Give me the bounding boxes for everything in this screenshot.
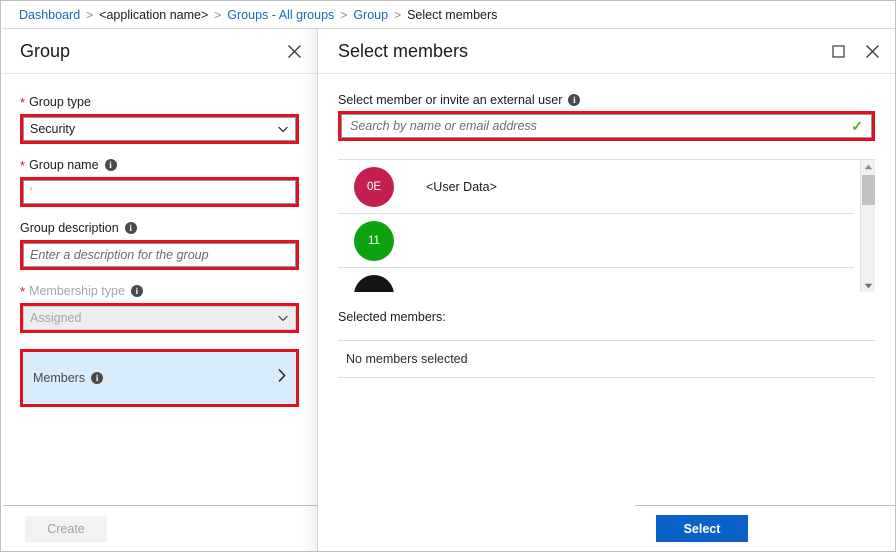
select-members-body: Select member or invite an external user… bbox=[318, 74, 895, 378]
field-group-name-label: * Group name i bbox=[20, 157, 299, 173]
annotation-box-search: ✓ bbox=[338, 111, 875, 141]
search-input-wrap[interactable]: ✓ bbox=[341, 114, 872, 138]
membership-type-select: Assigned bbox=[23, 306, 296, 330]
scrollbar[interactable] bbox=[860, 160, 875, 292]
group-type-value: Security bbox=[30, 122, 76, 136]
page-title: Select members bbox=[338, 40, 469, 61]
breadcrumb-item-application-name[interactable]: <application name> bbox=[99, 8, 208, 22]
field-group-type-label: * Group type bbox=[20, 94, 299, 110]
selected-members-empty-state: No members selected bbox=[338, 340, 875, 378]
annotation-box-group-type: Security bbox=[20, 114, 299, 144]
label-text: Members bbox=[33, 371, 86, 385]
membership-type-value: Assigned bbox=[30, 311, 82, 325]
breadcrumb-separator: > bbox=[214, 7, 222, 22]
required-asterisk: * bbox=[20, 94, 26, 110]
scroll-down-arrow-icon[interactable] bbox=[861, 279, 875, 292]
close-icon[interactable] bbox=[285, 42, 303, 60]
list-item[interactable]: 0E <User Data> bbox=[338, 160, 854, 214]
annotation-box-group-description bbox=[20, 240, 299, 270]
group-blade-header-actions bbox=[285, 29, 303, 73]
list-item[interactable] bbox=[338, 268, 854, 292]
required-asterisk: * bbox=[20, 283, 26, 299]
breadcrumb: Dashboard > <application name> > Groups … bbox=[1, 1, 895, 28]
maximize-icon[interactable] bbox=[829, 42, 847, 60]
azure-portal-window: Dashboard > <application name> > Groups … bbox=[0, 0, 896, 552]
breadcrumb-item-dashboard[interactable]: Dashboard bbox=[19, 8, 80, 22]
field-members: Members i bbox=[20, 349, 299, 407]
group-blade-header: Group bbox=[2, 29, 317, 74]
chevron-right-icon bbox=[278, 369, 286, 388]
field-group-type: * Group type Security bbox=[20, 94, 299, 144]
breadcrumb-separator: > bbox=[86, 7, 94, 22]
group-type-select[interactable]: Security bbox=[23, 117, 296, 141]
chevron-down-icon bbox=[278, 124, 288, 134]
user-list[interactable]: 0E <User Data> 11 bbox=[338, 159, 875, 292]
annotation-box-membership-type: Assigned bbox=[20, 303, 299, 333]
info-icon[interactable]: i bbox=[104, 159, 117, 171]
members-label: Members i bbox=[33, 371, 104, 385]
annotation-box-members: Members i bbox=[20, 349, 299, 407]
page-title: Group bbox=[20, 40, 71, 61]
create-button[interactable]: Create bbox=[25, 515, 107, 542]
annotation-box-group-name: ' bbox=[20, 177, 299, 207]
user-list-rows: 0E <User Data> 11 bbox=[338, 160, 854, 292]
group-description-input-wrap[interactable] bbox=[23, 243, 296, 267]
breadcrumb-item-group[interactable]: Group bbox=[353, 8, 388, 22]
info-icon[interactable]: i bbox=[568, 94, 581, 106]
group-blade: Group * Group type Security * Group name… bbox=[2, 28, 318, 551]
group-name-input-wrap[interactable]: ' bbox=[23, 180, 296, 204]
breadcrumb-separator: > bbox=[394, 7, 402, 22]
checkmark-icon: ✓ bbox=[851, 118, 863, 134]
field-group-description-label: Group description i bbox=[20, 220, 299, 236]
info-icon[interactable]: i bbox=[124, 222, 137, 234]
list-item-label: <User Data> bbox=[426, 179, 497, 194]
select-members-header-actions bbox=[829, 29, 881, 73]
selected-members-label: Selected members: bbox=[338, 310, 446, 324]
search-input[interactable] bbox=[350, 115, 846, 137]
label-text: Group name bbox=[29, 158, 99, 172]
avatar: 11 bbox=[354, 220, 394, 261]
select-members-blade-header: Select members bbox=[318, 29, 895, 74]
breadcrumb-separator: > bbox=[340, 7, 348, 22]
scroll-up-arrow-icon[interactable] bbox=[861, 160, 875, 174]
field-membership-type-label: * Membership type i bbox=[20, 283, 299, 299]
avatar bbox=[354, 274, 394, 292]
text-cursor: ' bbox=[30, 185, 33, 199]
field-membership-type: * Membership type i Assigned bbox=[20, 283, 299, 333]
field-group-description: Group description i bbox=[20, 220, 299, 270]
select-members-blade-footer: Select bbox=[635, 505, 895, 551]
list-item[interactable]: 11 bbox=[338, 214, 854, 268]
info-icon[interactable]: i bbox=[91, 372, 104, 384]
select-button[interactable]: Select bbox=[656, 515, 748, 542]
label-text: Select member or invite an external user bbox=[338, 93, 563, 107]
group-form: * Group type Security * Group name i ' G… bbox=[2, 74, 317, 407]
breadcrumb-item-select-members: Select members bbox=[407, 7, 498, 22]
avatar: 0E bbox=[354, 166, 394, 207]
group-blade-footer: Create bbox=[3, 505, 318, 551]
members-nav-row[interactable]: Members i bbox=[23, 352, 296, 404]
label-text: Group description bbox=[20, 221, 119, 235]
scrollbar-thumb[interactable] bbox=[862, 175, 875, 205]
group-description-input[interactable] bbox=[30, 244, 289, 266]
info-icon[interactable]: i bbox=[130, 285, 143, 297]
chevron-down-icon bbox=[278, 313, 288, 323]
field-group-name: * Group name i ' bbox=[20, 157, 299, 207]
breadcrumb-item-groups-all-groups[interactable]: Groups - All groups bbox=[227, 8, 334, 22]
search-label: Select member or invite an external user… bbox=[338, 93, 875, 107]
required-asterisk: * bbox=[20, 157, 26, 173]
label-text: Membership type bbox=[29, 284, 125, 298]
label-text: Group type bbox=[29, 95, 91, 109]
close-icon[interactable] bbox=[863, 42, 881, 60]
select-members-blade: Select members Select member or invite a… bbox=[318, 28, 895, 551]
